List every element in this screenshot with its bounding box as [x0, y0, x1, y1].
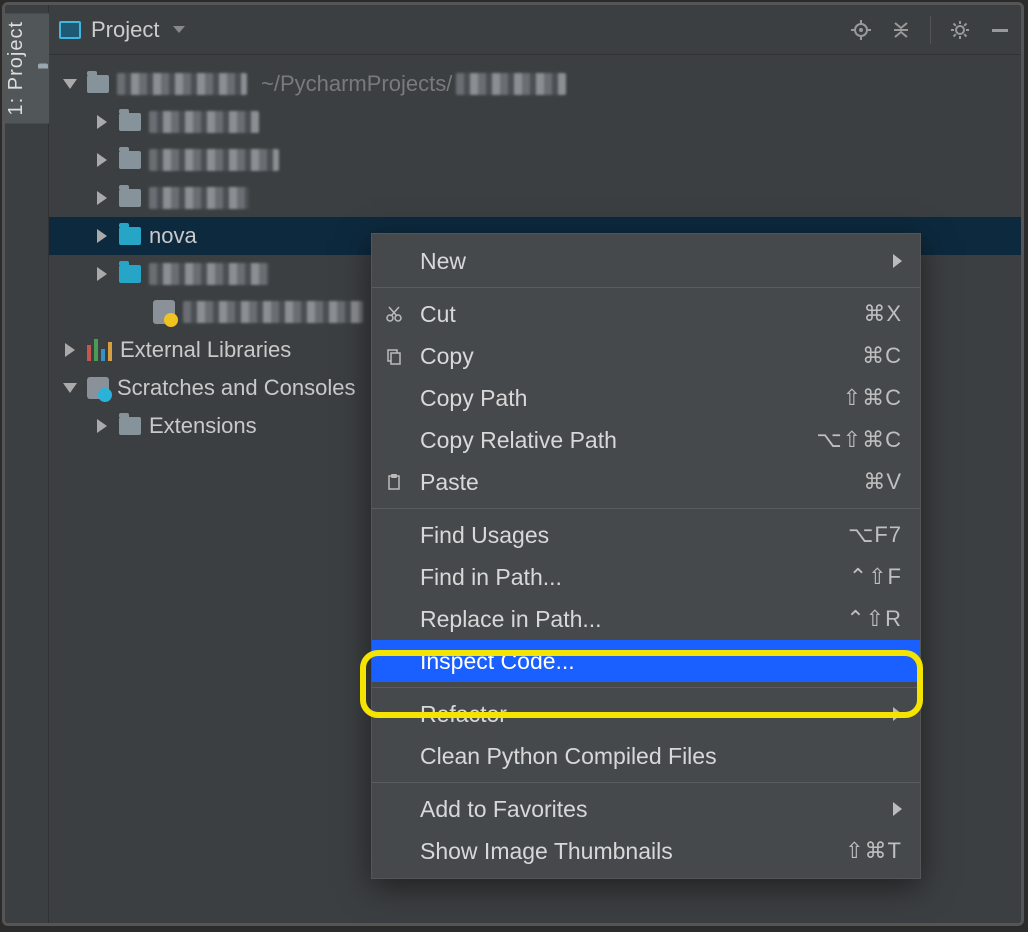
- menu-item-find-in-path[interactable]: Find in Path... ⌃⇧F: [372, 556, 920, 598]
- menu-label: Copy: [420, 343, 850, 370]
- context-menu[interactable]: New Cut ⌘X Copy ⌘C Copy Path ⇧⌘C Copy Relative …: [371, 233, 921, 879]
- cut-icon: [380, 305, 408, 323]
- menu-separator: [372, 687, 920, 688]
- gear-icon[interactable]: [949, 19, 971, 41]
- menu-shortcut: ⌃⇧R: [846, 606, 902, 632]
- obscured-text: [149, 111, 259, 133]
- folder-icon: [87, 75, 109, 93]
- libraries-icon: [87, 339, 112, 361]
- menu-item-copy-relative-path[interactable]: Copy Relative Path ⌥⇧⌘C: [372, 419, 920, 461]
- menu-label: Find in Path...: [420, 564, 837, 591]
- project-tab-label: 1: Project: [5, 21, 28, 115]
- label: External Libraries: [120, 337, 291, 363]
- menu-item-replace-in-path[interactable]: Replace in Path... ⌃⇧R: [372, 598, 920, 640]
- expand-toggle[interactable]: [93, 189, 111, 207]
- menu-separator: [372, 287, 920, 288]
- tree-folder[interactable]: [49, 179, 1021, 217]
- folder-icon: [119, 265, 141, 283]
- menu-label: Paste: [420, 469, 851, 496]
- copy-icon: [380, 347, 408, 365]
- chevron-down-icon: [173, 26, 185, 33]
- menu-shortcut: ⌥⇧⌘C: [816, 427, 902, 453]
- obscured-text: [183, 301, 363, 323]
- obscured-text: [149, 187, 249, 209]
- menu-shortcut: ⌘X: [863, 301, 902, 327]
- menu-item-inspect-code[interactable]: Inspect Code...: [372, 640, 920, 682]
- expand-toggle[interactable]: [61, 75, 79, 93]
- project-selector[interactable]: Project: [59, 17, 850, 43]
- project-title: Project: [91, 17, 159, 43]
- project-path: ~/PycharmProjects/: [261, 71, 452, 97]
- tree-root[interactable]: ~/PycharmProjects/: [49, 65, 1021, 103]
- menu-separator: [372, 782, 920, 783]
- menu-separator: [372, 508, 920, 509]
- submenu-arrow-icon: [893, 254, 902, 268]
- menu-item-new[interactable]: New: [372, 240, 920, 282]
- expand-toggle[interactable]: [93, 265, 111, 283]
- spacer: [127, 303, 145, 321]
- menu-label: Inspect Code...: [420, 648, 902, 675]
- menu-item-find-usages[interactable]: Find Usages ⌥F7: [372, 514, 920, 556]
- menu-label: Refactor: [420, 701, 881, 728]
- expand-toggle[interactable]: [61, 341, 79, 359]
- menu-item-add-to-favorites[interactable]: Add to Favorites: [372, 788, 920, 830]
- hide-icon[interactable]: [989, 19, 1011, 41]
- ide-panel: 1: Project Project: [2, 2, 1024, 926]
- obscured-text: [149, 263, 269, 285]
- menu-shortcut: ⌘C: [862, 343, 902, 369]
- project-icon: [59, 21, 81, 39]
- menu-shortcut: ⌃⇧F: [849, 564, 902, 590]
- paste-icon: [380, 473, 408, 491]
- menu-item-refactor[interactable]: Refactor: [372, 693, 920, 735]
- menu-shortcut: ⌥F7: [848, 522, 902, 548]
- divider: [930, 16, 931, 44]
- menu-label: Copy Relative Path: [420, 427, 804, 454]
- project-tool-tab[interactable]: 1: Project: [5, 13, 49, 123]
- expand-toggle[interactable]: [93, 113, 111, 131]
- menu-item-copy-path[interactable]: Copy Path ⇧⌘C: [372, 377, 920, 419]
- folder-icon: [119, 227, 141, 245]
- obscured-text: [456, 73, 566, 95]
- menu-item-paste[interactable]: Paste ⌘V: [372, 461, 920, 503]
- expand-toggle[interactable]: [93, 417, 111, 435]
- menu-label: Replace in Path...: [420, 606, 834, 633]
- obscured-text: [117, 73, 247, 95]
- menu-shortcut: ⇧⌘T: [845, 838, 902, 864]
- menu-label: Find Usages: [420, 522, 836, 549]
- folder-icon: [119, 417, 141, 435]
- menu-item-show-image-thumbnails[interactable]: Show Image Thumbnails ⇧⌘T: [372, 830, 920, 872]
- menu-label: Copy Path: [420, 385, 831, 412]
- scratches-icon: [87, 377, 109, 399]
- tree-folder[interactable]: [49, 103, 1021, 141]
- submenu-arrow-icon: [893, 802, 902, 816]
- tool-window-rail: 1: Project: [5, 5, 49, 923]
- folder-icon: [119, 151, 141, 169]
- menu-label: Show Image Thumbnails: [420, 838, 833, 865]
- locate-icon[interactable]: [850, 19, 872, 41]
- expand-toggle[interactable]: [93, 151, 111, 169]
- menu-label: Clean Python Compiled Files: [420, 743, 902, 770]
- expand-toggle[interactable]: [61, 379, 79, 397]
- folder-icon: [119, 113, 141, 131]
- submenu-arrow-icon: [893, 707, 902, 721]
- obscured-text: [149, 149, 279, 171]
- header-actions: [850, 16, 1011, 44]
- menu-shortcut: ⌘V: [863, 469, 902, 495]
- menu-label: New: [420, 248, 881, 275]
- menu-label: Add to Favorites: [420, 796, 881, 823]
- menu-item-cut[interactable]: Cut ⌘X: [372, 293, 920, 335]
- tree-folder[interactable]: [49, 141, 1021, 179]
- folder-icon: [119, 189, 141, 207]
- project-header: Project: [49, 5, 1021, 55]
- folder-label: nova: [149, 223, 197, 249]
- menu-item-clean-python-compiled-files[interactable]: Clean Python Compiled Files: [372, 735, 920, 777]
- menu-label: Cut: [420, 301, 851, 328]
- menu-item-copy[interactable]: Copy ⌘C: [372, 335, 920, 377]
- python-file-icon: [153, 300, 175, 324]
- label: Scratches and Consoles: [117, 375, 355, 401]
- menu-shortcut: ⇧⌘C: [843, 385, 902, 411]
- collapse-icon[interactable]: [890, 19, 912, 41]
- label: Extensions: [149, 413, 257, 439]
- expand-toggle[interactable]: [93, 227, 111, 245]
